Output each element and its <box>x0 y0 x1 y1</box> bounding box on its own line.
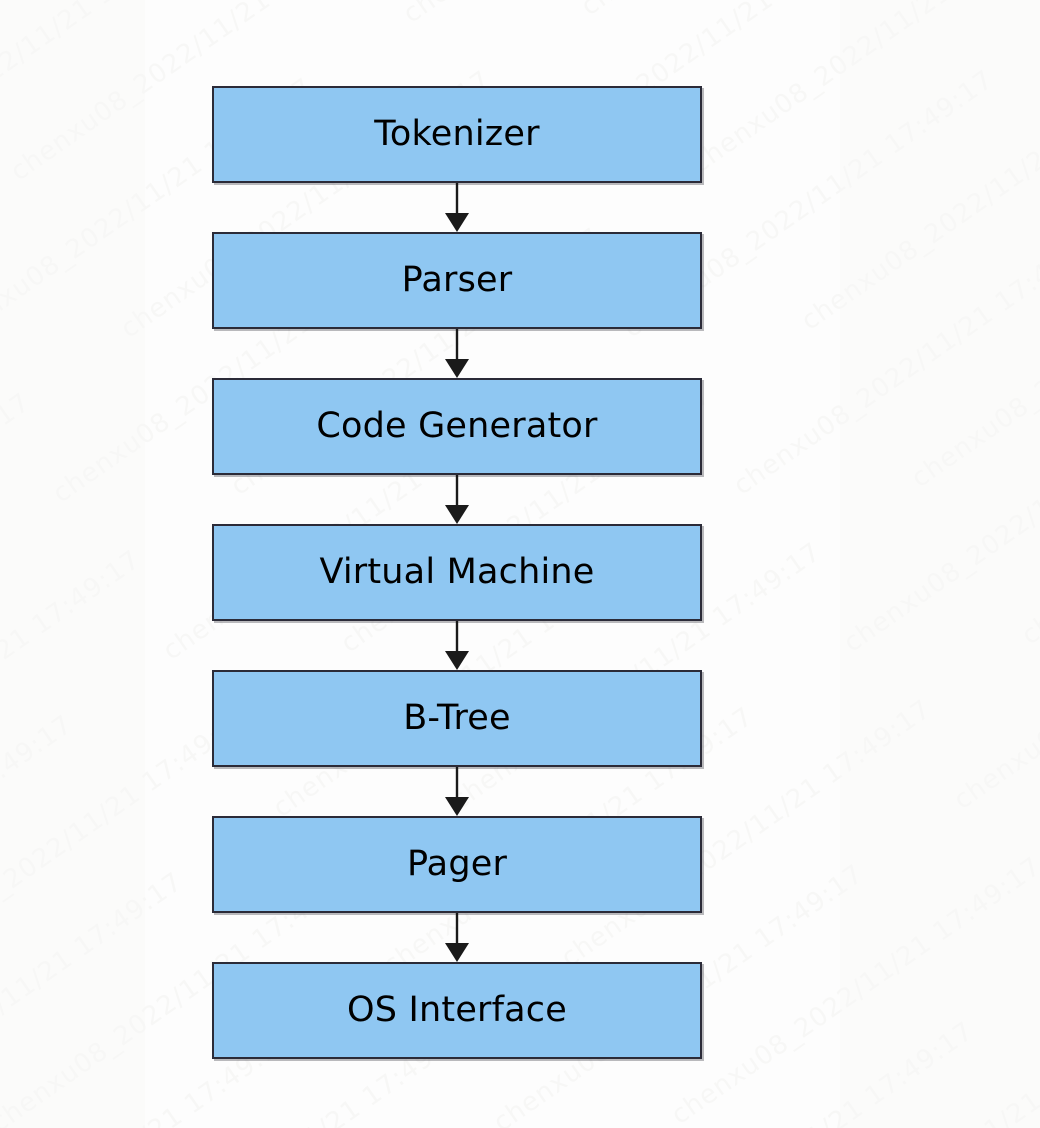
node-pager[interactable]: Pager <box>212 816 702 913</box>
node-os-interface[interactable]: OS Interface <box>212 962 702 1059</box>
background-band-left <box>0 0 145 1128</box>
down-arrow-icon <box>445 651 469 670</box>
edge-virtual-machine-to-b-tree <box>212 621 702 670</box>
edge-code-generator-to-virtual-machine <box>212 475 702 524</box>
edge-tokenizer-to-parser <box>212 183 702 232</box>
node-label-pager: Pager <box>406 844 508 884</box>
node-label-b-tree: B-Tree <box>403 698 511 738</box>
edge-b-tree-to-pager <box>212 767 702 816</box>
edge-pager-to-os-interface <box>212 913 702 962</box>
node-label-code-generator: Code Generator <box>316 406 598 446</box>
down-arrow-icon <box>445 797 469 816</box>
down-arrow-icon <box>445 359 469 378</box>
node-b-tree[interactable]: B-Tree <box>212 670 702 767</box>
flowchart: Tokenizer Parser Code Generator Virtual Mac… <box>212 86 702 1059</box>
node-label-virtual-machine: Virtual Machine <box>319 552 595 592</box>
diagram-canvas: chenxu08_2022/11/21 17:49:17chenxu08_202… <box>0 0 1040 1128</box>
node-label-tokenizer: Tokenizer <box>374 114 540 154</box>
down-arrow-icon <box>445 213 469 232</box>
node-label-parser: Parser <box>401 260 513 300</box>
down-arrow-icon <box>445 943 469 962</box>
node-label-os-interface: OS Interface <box>347 990 567 1030</box>
edge-parser-to-code-generator <box>212 329 702 378</box>
node-parser[interactable]: Parser <box>212 232 702 329</box>
node-virtual-machine[interactable]: Virtual Machine <box>212 524 702 621</box>
node-tokenizer[interactable]: Tokenizer <box>212 86 702 183</box>
background-band-right <box>840 0 1040 1128</box>
down-arrow-icon <box>445 505 469 524</box>
node-code-generator[interactable]: Code Generator <box>212 378 702 475</box>
